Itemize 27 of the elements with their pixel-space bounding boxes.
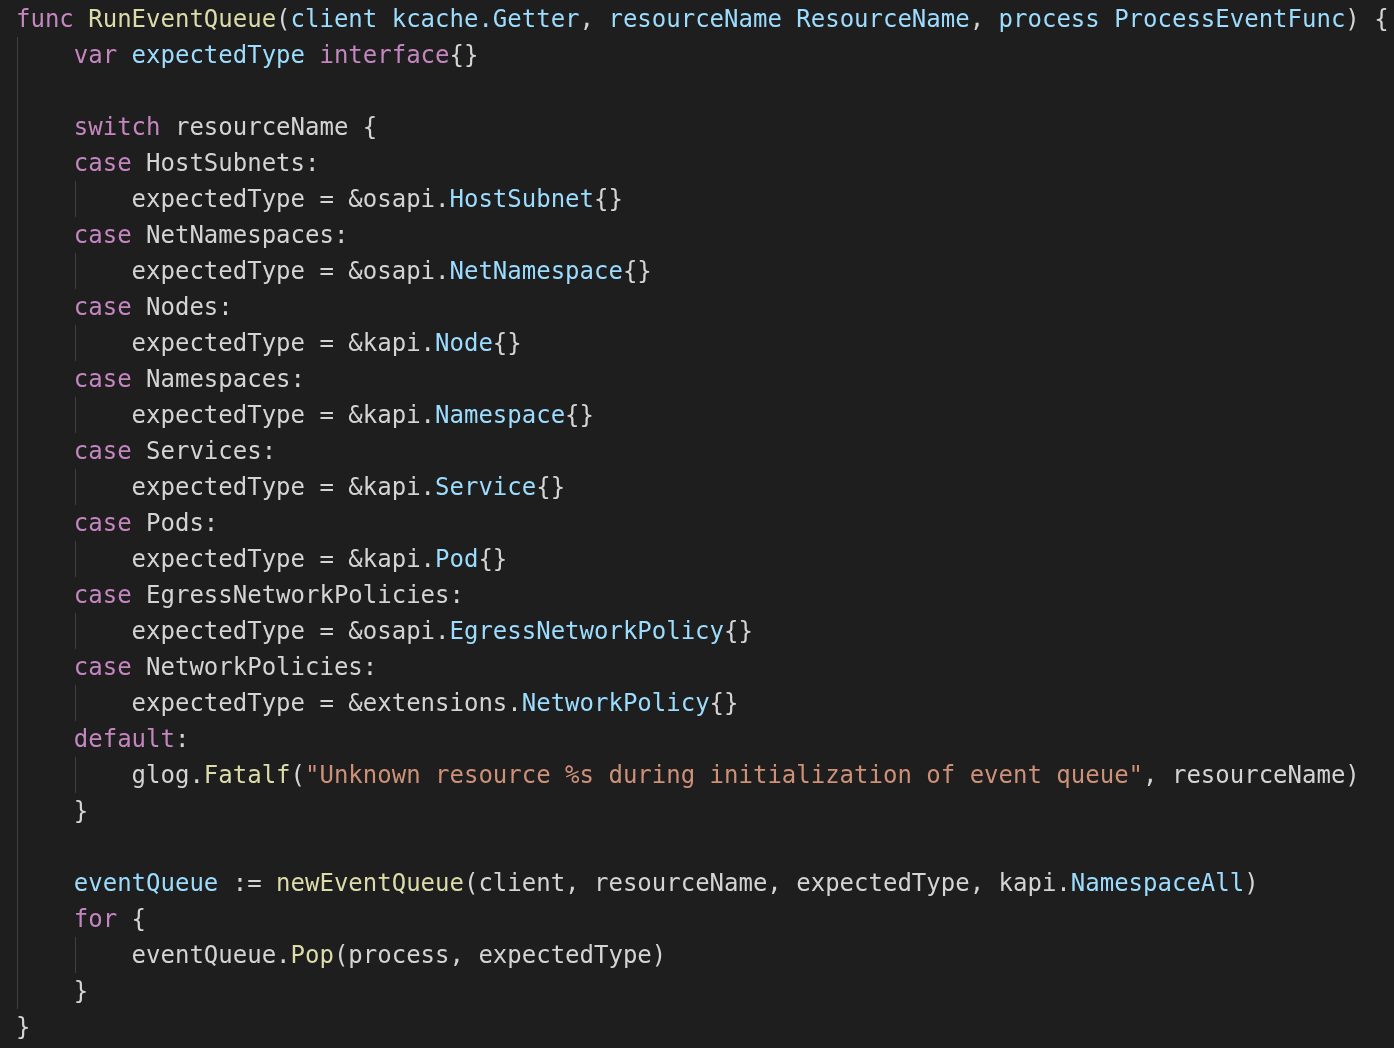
code-line: default: [73, 724, 190, 755]
code-line: expectedType = &osapi.EgressNetworkPolicy{} [131, 616, 753, 647]
code-line: var expectedType interface{} [73, 40, 479, 71]
code-line: expectedType = &osapi.NetNamespace{} [131, 256, 652, 287]
code-line: expectedType = &kapi.Node{} [131, 328, 522, 359]
code-line: case NetworkPolicies: [73, 652, 378, 683]
code-line: case Pods: [73, 508, 219, 539]
code-line: func RunEventQueue(client kcache.Getter, resourceName ResourceName, process ProcessEventFunc) { [16, 4, 1389, 35]
code-line: glog.Fatalf("Unknown resource %s during initialization of event queue", resourceName) [131, 760, 1360, 791]
code-line: case Nodes: [73, 292, 233, 323]
code-line: case EgressNetworkPolicies: [73, 580, 464, 611]
code-line: case Namespaces: [73, 364, 305, 395]
code-line: case HostSubnets: [73, 148, 320, 179]
code-line: } [73, 976, 89, 1007]
code-line: expectedType = &osapi.HostSubnet{} [131, 184, 623, 215]
code-line: eventQueue.Pop(process, expectedType) [131, 940, 667, 971]
code-line: for { [73, 904, 147, 935]
code-line: } [73, 796, 89, 827]
code-line: case Services: [73, 436, 277, 467]
code-line: expectedType = &kapi.Pod{} [131, 544, 508, 575]
code-line: eventQueue := newEventQueue(client, resourceName, expectedType, kapi.NamespaceAll) [73, 868, 1259, 899]
code-line: } [16, 1012, 31, 1043]
code-line: expectedType = &kapi.Service{} [131, 472, 566, 503]
code-line: switch resourceName { [73, 112, 378, 143]
code-line: expectedType = &extensions.NetworkPolicy{} [131, 688, 739, 719]
code-line: expectedType = &kapi.Namespace{} [131, 400, 594, 431]
code-line: case NetNamespaces: [73, 220, 349, 251]
